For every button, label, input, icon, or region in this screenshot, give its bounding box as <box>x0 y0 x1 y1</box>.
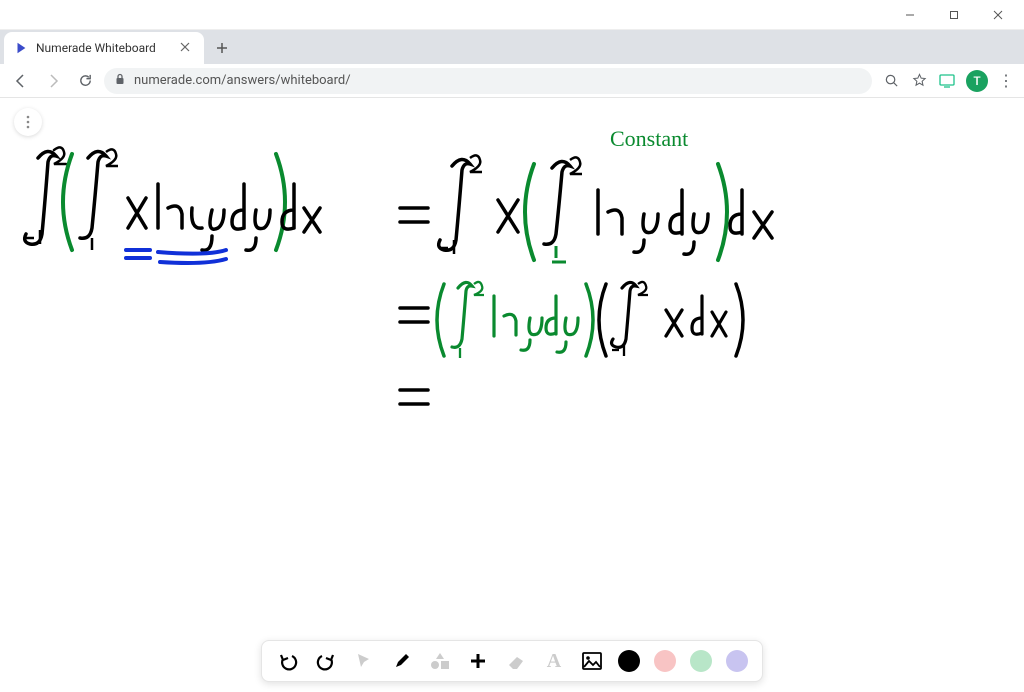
lock-icon <box>114 73 126 89</box>
omnibox-url: numerade.com/answers/whiteboard/ <box>134 73 351 88</box>
undo-button[interactable] <box>276 649 300 673</box>
star-icon[interactable] <box>910 72 928 90</box>
cast-icon[interactable] <box>938 72 956 90</box>
browser-tabstrip: Numerade Whiteboard <box>0 30 1024 64</box>
window-minimize-button[interactable] <box>888 1 932 29</box>
chrome-menu-button[interactable]: ⋮ <box>998 71 1012 90</box>
handwriting-line3 <box>400 390 428 404</box>
omnibox[interactable]: numerade.com/answers/whiteboard/ <box>104 68 872 94</box>
whiteboard-canvas[interactable]: Constant <box>0 98 1024 658</box>
window-titlebar <box>0 0 1024 30</box>
nav-reload-button[interactable] <box>72 68 98 94</box>
color-swatch-black[interactable] <box>618 650 640 672</box>
eraser-tool[interactable] <box>504 649 528 673</box>
color-swatch-purple[interactable] <box>726 650 748 672</box>
redo-button[interactable] <box>314 649 338 673</box>
color-swatch-green[interactable] <box>690 650 712 672</box>
new-tab-button[interactable] <box>208 34 236 62</box>
browser-address-bar: numerade.com/answers/whiteboard/ T ⋮ <box>0 64 1024 98</box>
add-tool[interactable] <box>466 649 490 673</box>
nav-back-button[interactable] <box>8 68 34 94</box>
tab-title: Numerade Whiteboard <box>36 41 172 55</box>
browser-tab-active[interactable]: Numerade Whiteboard <box>4 32 204 64</box>
pen-tool[interactable] <box>390 649 414 673</box>
avatar-letter: T <box>973 74 980 88</box>
handwriting-line1-right <box>400 155 772 262</box>
handwriting-line1-left <box>25 147 320 263</box>
text-tool[interactable]: A <box>542 649 566 673</box>
tab-close-icon[interactable] <box>180 41 194 55</box>
nav-forward-button[interactable] <box>40 68 66 94</box>
zoom-icon[interactable] <box>882 72 900 90</box>
window-maximize-button[interactable] <box>932 1 976 29</box>
color-swatch-red[interactable] <box>654 650 676 672</box>
tab-favicon-icon <box>14 41 28 55</box>
profile-avatar[interactable]: T <box>966 70 988 92</box>
window-close-button[interactable] <box>976 1 1020 29</box>
whiteboard-content: Constant <box>0 98 1024 658</box>
whiteboard-toolbar: A <box>261 640 763 682</box>
handwriting-annotation-constant: Constant <box>610 126 688 151</box>
shapes-tool[interactable] <box>428 649 452 673</box>
handwriting-line2 <box>400 282 743 358</box>
image-tool[interactable] <box>580 649 604 673</box>
pointer-tool[interactable] <box>352 649 376 673</box>
